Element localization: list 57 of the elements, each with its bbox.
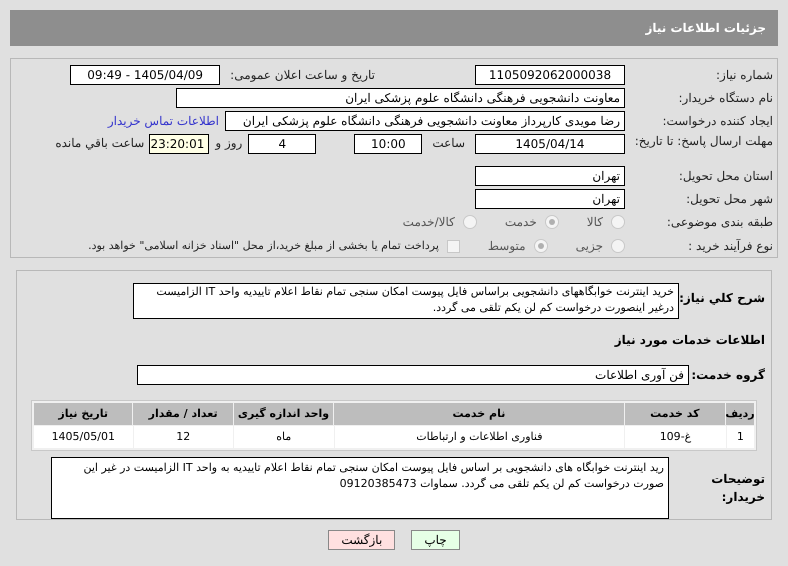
description-textarea[interactable]: خرید اینترنت خوابگاههای دانشجویی براساس فایل پیوست امکان سنجی تمام نقاط اعلام تاییدیه واحد IT الزامیست درغیر اینصورت درخواست کم لن یکم تلقی می گردد. <box>133 283 679 319</box>
column-header: تاریخ نیاز <box>34 403 132 425</box>
field-label: شرح کلي نیاز: <box>679 290 766 307</box>
service-group-field: فن آوری اطلاعات <box>137 365 689 385</box>
column-header: واحد اندازه گیری <box>234 403 334 425</box>
creator-field: رضا مویدی کارپرداز معاونت دانشجویی فرهنگی دانشگاه علوم پزشکی ایران <box>225 111 625 132</box>
column-header: نام خدمت <box>334 403 624 425</box>
announce-date-field: 1405/04/09 - 09:49 <box>70 65 220 86</box>
deadline-time-field: 10:00 <box>354 134 422 154</box>
field-label: تاریخ و ساعت اعلان عمومی: <box>230 67 375 84</box>
field-label: مهلت ارسال پاسخ: تا تاریخ: <box>634 134 773 150</box>
field-label: نام دستگاه خریدار: <box>678 90 773 108</box>
field-label: ایجاد کننده درخواست: <box>661 113 773 130</box>
column-header: کد خدمت <box>624 403 725 425</box>
need-number-field: 1105092062000038 <box>475 65 625 86</box>
checkbox-label: پرداخت تمام یا بخشی از مبلغ خرید،از محل "اسناد خزانه اسلامی" خواهد بود. <box>88 238 439 254</box>
field-label: طبقه بندی موضوعی: <box>666 214 773 232</box>
section-heading: اطلاعات خدمات مورد نیاز <box>614 333 765 347</box>
page-title: جزئیات اطلاعات نیاز <box>645 20 766 37</box>
city-field: تهران <box>475 188 625 209</box>
field-label: نوع فرآیند خرید : <box>687 238 773 256</box>
radio-label: خدمت <box>504 214 537 232</box>
field-label: روز و <box>215 135 242 152</box>
field-label: توضیحات خریدار: <box>710 471 766 506</box>
radio-button[interactable] <box>611 215 625 230</box>
field-label: شهر محل تحویل: <box>685 190 773 208</box>
buyer-notes-textarea[interactable]: رید اینترنت خوابگاه های دانشجویی بر اساس فایل پیوست امکان سنجی تمام نقاط اعلام تاییدیه به واحد IT الزامیست در غیر این صورت درخواست کم لن یکم تلقی می گردد. سماوات 09120385473 <box>51 457 669 519</box>
table-cell: فناوری اطلاعات و ارتباطات <box>334 426 624 448</box>
radio-label: کالا/خدمت <box>402 214 455 232</box>
radio-button[interactable] <box>611 239 625 254</box>
table-cell: غ-109 <box>625 426 726 448</box>
field-label: ساعت باقي مانده <box>55 135 144 152</box>
deadline-date-field: 1405/04/14 <box>475 134 625 154</box>
table-cell: ماه <box>234 426 334 448</box>
field-label: استان محل تحویل: <box>678 168 773 185</box>
column-header: تعداد / مقدار <box>133 403 233 425</box>
field-label: ساعت <box>432 135 465 152</box>
table-cell: 1 <box>726 426 754 448</box>
field-label: شماره نیاز: <box>715 67 773 84</box>
buyer-field: معاونت دانشجویی فرهنگی دانشگاه علوم پزشکی ایران <box>176 88 625 108</box>
remaining-time-field: 23:20:01 <box>149 134 210 154</box>
table-cell: 12 <box>134 426 234 448</box>
back-button[interactable]: بازگشت <box>328 530 396 550</box>
table-cell: 1405/05/01 <box>34 426 133 448</box>
radio-button[interactable] <box>534 239 548 254</box>
radio-label: کالا <box>586 214 603 232</box>
buyer-contact-link[interactable]: اطلاعات تماس خریدار <box>108 112 219 130</box>
radio-button[interactable] <box>544 215 559 230</box>
field-label: گروه خدمت: <box>690 367 766 384</box>
radio-label: متوسط <box>488 238 526 256</box>
radio-button[interactable] <box>462 215 477 230</box>
print-button[interactable]: چاپ <box>411 530 460 550</box>
column-header: ردیف <box>726 403 754 425</box>
checkbox[interactable] <box>446 240 460 253</box>
radio-label: جزیی <box>576 238 603 256</box>
days-field: 4 <box>248 134 316 154</box>
province-field: تهران <box>475 166 625 186</box>
